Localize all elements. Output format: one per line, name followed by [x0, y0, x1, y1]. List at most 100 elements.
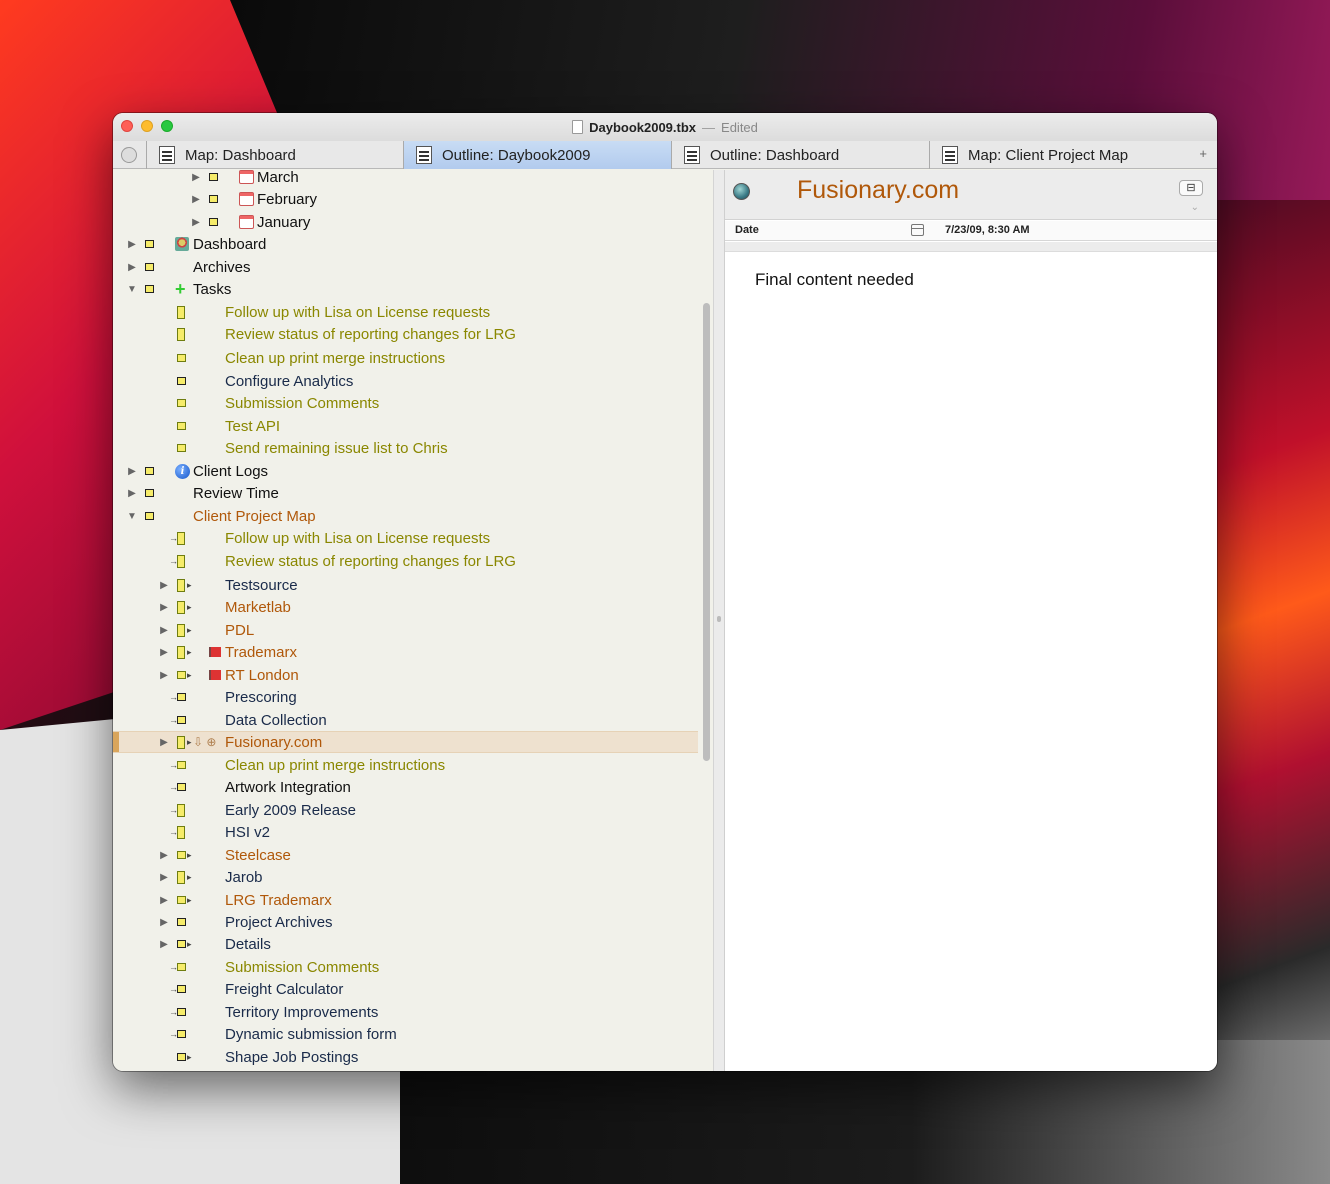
disclosure-collapsed-icon[interactable]: ▶	[127, 466, 137, 477]
outline-row[interactable]: ▶ ▸ RT London	[113, 664, 698, 686]
splitter-grip[interactable]	[717, 616, 721, 622]
outline-row[interactable]: Clean up print merge instructions	[113, 347, 698, 369]
outline-row-label[interactable]: Project Archives	[225, 914, 333, 931]
disclosure-collapsed-icon[interactable]: ▶	[159, 895, 169, 906]
note-icon[interactable]	[177, 783, 186, 791]
note-icon[interactable]	[177, 554, 185, 568]
add-tab-button[interactable]: +	[1199, 146, 1207, 161]
outline-row-label[interactable]: Marketlab	[225, 599, 291, 616]
note-icon[interactable]	[177, 578, 185, 592]
outline-row-label[interactable]: Client Logs	[193, 463, 268, 480]
tab-map-client-project-map[interactable]: Map: Client Project Map	[929, 141, 1191, 169]
outline-row-label[interactable]: Client Project Map	[193, 508, 316, 525]
note-icon[interactable]	[177, 531, 185, 545]
outline-row[interactable]: ▶ Archives	[113, 256, 698, 278]
note-icon[interactable]	[177, 761, 186, 769]
note-icon[interactable]	[177, 851, 186, 859]
outline-row[interactable]: Configure Analytics	[113, 370, 698, 392]
outline-scrollbar-thumb[interactable]	[703, 303, 710, 761]
outline-row-label[interactable]: March	[257, 170, 299, 186]
outline-row[interactable]: ▶ February	[113, 188, 698, 210]
note-icon[interactable]	[177, 825, 185, 839]
outline-row[interactable]: ▶ ▸ Marketlab	[113, 596, 698, 618]
note-icon[interactable]	[177, 600, 185, 614]
outline-row-label[interactable]: Review status of reporting changes for L…	[225, 553, 516, 570]
outline-row-label[interactable]: Data Collection	[225, 712, 327, 729]
outline-row-label[interactable]: LRG Trademarx	[225, 892, 332, 909]
outline-row[interactable]: ▶ January	[113, 211, 698, 233]
disclosure-collapsed-icon[interactable]: ▶	[159, 602, 169, 613]
note-title[interactable]: Fusionary.com	[797, 176, 959, 205]
outline-row-label[interactable]: Details	[225, 936, 271, 953]
note-color-icon[interactable]	[733, 183, 750, 200]
outline-row[interactable]: ▶ ▸ Jarob	[113, 866, 698, 888]
note-text[interactable]: Final content needed	[755, 270, 914, 290]
outline-row[interactable]: → Submission Comments	[113, 956, 698, 978]
note-icon[interactable]	[177, 305, 185, 319]
tab-outline-daybook2009[interactable]: Outline: Daybook2009	[403, 141, 671, 169]
outline-row-label[interactable]: Follow up with Lisa on License requests	[225, 304, 490, 321]
disclosure-collapsed-icon[interactable]: ▶	[159, 625, 169, 636]
note-icon[interactable]	[145, 512, 154, 520]
note-icon[interactable]	[209, 173, 218, 181]
disclosure-collapsed-icon[interactable]: ▶	[127, 488, 137, 499]
outline-row[interactable]: ▶ ▸ Testsource	[113, 574, 698, 596]
outline-row-label[interactable]: Testsource	[225, 577, 298, 594]
outline-row[interactable]: → Early 2009 Release	[113, 799, 698, 821]
close-button[interactable]	[121, 120, 133, 132]
disclosure-collapsed-icon[interactable]: ▶	[127, 239, 137, 250]
outline-row[interactable]: ▶ Dashboard	[113, 233, 698, 255]
outline-row-label[interactable]: Submission Comments	[225, 959, 379, 976]
outline-row-label[interactable]: HSI v2	[225, 824, 270, 841]
outline-row[interactable]: ▸ Shape Job Postings	[113, 1046, 698, 1068]
note-icon[interactable]	[177, 896, 186, 904]
outline-row-label[interactable]: Steelcase	[225, 847, 291, 864]
outline-row-label[interactable]: Clean up print merge instructions	[225, 757, 445, 774]
disclosure-collapsed-icon[interactable]: ▶	[159, 670, 169, 681]
outline-row-label[interactable]: Clean up print merge instructions	[225, 350, 445, 367]
outline-row-label[interactable]: Early 2009 Release	[225, 802, 356, 819]
outline-row-label[interactable]: Dynamic submission form	[225, 1026, 397, 1043]
disclosure-collapsed-icon[interactable]: ▶	[159, 850, 169, 861]
outline-row-label[interactable]: Review status of reporting changes for L…	[225, 326, 516, 343]
note-icon[interactable]	[177, 623, 185, 637]
outline-row[interactable]: ▼ + Tasks	[113, 278, 698, 300]
outline-row-label[interactable]: Prescoring	[225, 689, 297, 706]
note-icon[interactable]	[209, 195, 218, 203]
note-icon[interactable]	[145, 263, 154, 271]
outline-row[interactable]: ▶ ▸ PDL	[113, 619, 698, 641]
outline-row[interactable]: Submission Comments	[113, 392, 698, 414]
note-icon[interactable]	[177, 422, 186, 430]
outline-row[interactable]: ▶ i Client Logs	[113, 460, 698, 482]
note-icon[interactable]	[145, 240, 154, 248]
note-icon[interactable]	[177, 918, 186, 926]
outline-row-label[interactable]: Send remaining issue list to Chris	[225, 440, 448, 457]
outline-row-label[interactable]: Territory Improvements	[225, 1004, 378, 1021]
outline-view[interactable]: ▶ March ▶ February ▶ January ▶ Dashboard ▶ Archiv…	[113, 170, 713, 1071]
outline-row-label[interactable]: January	[257, 214, 310, 231]
note-icon[interactable]	[177, 327, 185, 341]
note-icon[interactable]	[177, 870, 185, 884]
disclosure-collapsed-icon[interactable]: ▶	[159, 580, 169, 591]
note-icon[interactable]	[177, 671, 186, 679]
outline-row[interactable]: Follow up with Lisa on License requests	[113, 301, 698, 323]
outline-row-label[interactable]: Dashboard	[193, 236, 266, 253]
disclosure-collapsed-icon[interactable]: ▶	[191, 172, 201, 183]
note-icon[interactable]	[177, 735, 185, 749]
zoom-button[interactable]	[161, 120, 173, 132]
outline-row[interactable]: ▶ ▸ Trademarx	[113, 641, 698, 663]
tab-map-dashboard[interactable]: Map: Dashboard	[146, 141, 403, 169]
outline-row-label[interactable]: PDL	[225, 622, 254, 639]
outline-row-label[interactable]: Test API	[225, 418, 280, 435]
disclosure-collapsed-icon[interactable]: ▶	[159, 872, 169, 883]
disclosure-collapsed-icon[interactable]: ▶	[191, 194, 201, 205]
note-icon[interactable]	[209, 218, 218, 226]
outline-row[interactable]: ▶ ▸ Details	[113, 933, 698, 955]
outline-row[interactable]: → Data Collection	[113, 709, 698, 731]
note-icon[interactable]	[177, 693, 186, 701]
outline-row[interactable]: ▼ Client Project Map	[113, 505, 698, 527]
outline-row[interactable]: → Follow up with Lisa on License requests	[113, 527, 698, 549]
outline-row[interactable]: → HSI v2	[113, 821, 698, 843]
note-icon[interactable]	[177, 716, 186, 724]
disclosure-collapsed-icon[interactable]: ▶	[159, 737, 169, 748]
